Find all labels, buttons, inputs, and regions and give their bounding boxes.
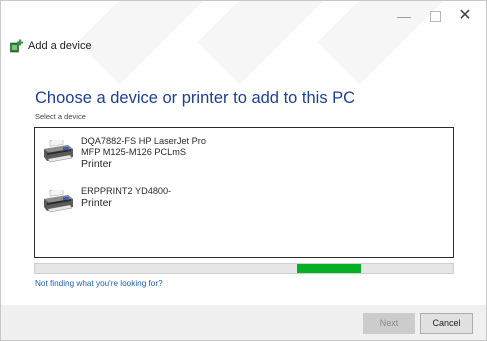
printer-icon — [44, 140, 73, 163]
minimize-button[interactable]: — — [394, 7, 414, 25]
not-finding-device-link[interactable]: Not finding what you're looking for? — [35, 279, 163, 288]
device-type: Printer — [81, 197, 112, 209]
footer-bar: Next Cancel — [1, 305, 486, 340]
window-header: Add a device — [10, 38, 92, 54]
device-name-line1: DQA7882-FS HP LaserJet Pro — [81, 136, 206, 146]
device-name-line2: MFP M125-M126 PCLmS — [81, 147, 187, 157]
page-heading: Choose a device or printer to add to thi… — [35, 89, 356, 107]
maximize-button[interactable] — [425, 7, 445, 25]
cancel-button[interactable]: Cancel — [420, 313, 473, 334]
add-device-icon — [10, 39, 23, 53]
device-name-line1: ERPPRINT2 YD4800- — [81, 186, 172, 196]
device-text: DQA7882-FS HP LaserJet Pro MFP M125-M126… — [81, 136, 206, 171]
search-progress-bar — [34, 263, 454, 274]
next-button[interactable]: Next — [363, 313, 415, 334]
add-device-window: — ✕ Add a device Choose a device or prin… — [0, 0, 487, 341]
select-device-label: Select a device — [35, 112, 86, 121]
close-button[interactable]: ✕ — [455, 7, 475, 25]
device-item-erpprint2[interactable]: ERPPRINT2 YD4800- Printer — [41, 186, 171, 216]
device-type: Printer — [81, 158, 112, 170]
maximize-icon — [429, 11, 441, 22]
device-item-hp-laserjet[interactable]: DQA7882-FS HP LaserJet Pro MFP M125-M126… — [41, 136, 206, 171]
printer-icon — [44, 190, 73, 213]
device-text: ERPPRINT2 YD4800- Printer — [81, 186, 171, 210]
window-title: Add a device — [28, 40, 92, 52]
progress-marquee — [297, 264, 361, 273]
title-bar[interactable]: — ✕ — [1, 1, 486, 31]
device-list[interactable]: DQA7882-FS HP LaserJet Pro MFP M125-M126… — [34, 127, 454, 258]
